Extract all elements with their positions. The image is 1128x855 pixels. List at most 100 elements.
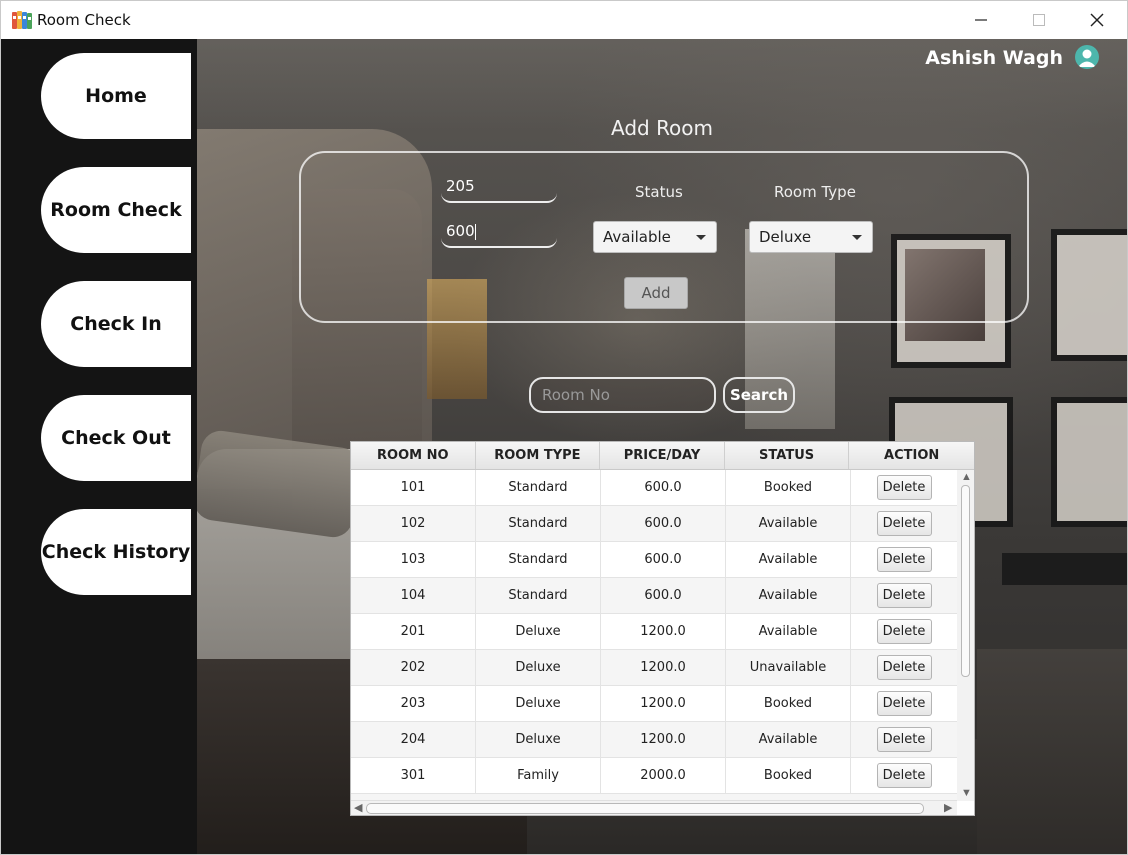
scroll-right-icon[interactable]: ▶	[944, 803, 952, 814]
room-type-select-value: Deluxe	[759, 228, 812, 246]
nav-check-out-button[interactable]: Check Out	[41, 395, 191, 481]
cell-price: 600.0	[601, 506, 726, 541]
main-panel: Ashish Wagh Add Room 205 600 Status Room…	[197, 39, 1127, 854]
table-row[interactable]: 202 Deluxe 1200.0 Unavailable Delete	[351, 650, 957, 686]
close-button[interactable]	[1068, 1, 1126, 39]
nav-home-button[interactable]: Home	[41, 53, 191, 139]
table-row[interactable]: 301 Family 2000.0 Booked Delete	[351, 758, 957, 794]
cell-price: 600.0	[601, 470, 726, 505]
cell-room-no: 103	[351, 542, 476, 577]
room-type-select[interactable]: Deluxe	[749, 221, 873, 253]
cell-status: Booked	[726, 470, 851, 505]
cell-room-no: 201	[351, 614, 476, 649]
sidebar: Home Room Check Check In Check Out Check…	[1, 39, 197, 854]
cell-room-no: 202	[351, 650, 476, 685]
cell-room-type: Deluxe	[476, 722, 601, 757]
cell-status: Booked	[726, 686, 851, 721]
window-title: Room Check	[37, 11, 131, 29]
search-button[interactable]: Search	[723, 377, 795, 413]
status-select[interactable]: Available	[593, 221, 717, 253]
delete-button[interactable]: Delete	[876, 583, 932, 608]
table-row[interactable]: 204 Deluxe 1200.0 Available Delete	[351, 722, 957, 758]
cell-status: Available	[726, 506, 851, 541]
table-row[interactable]: 201 Deluxe 1200.0 Available Delete	[351, 614, 957, 650]
cell-action: Delete	[851, 578, 957, 613]
text-cursor	[474, 223, 476, 240]
table-row[interactable]: 203 Deluxe 1200.0 Booked Delete	[351, 686, 957, 722]
cell-room-no: 301	[351, 758, 476, 793]
chevron-down-icon	[696, 235, 706, 240]
cell-price: 600.0	[601, 578, 726, 613]
table-row[interactable]: 101 Standard 600.0 Booked Delete	[351, 470, 957, 506]
nav-check-in-button[interactable]: Check In	[41, 281, 191, 367]
cell-price: 1200.0	[601, 722, 726, 757]
search-input[interactable]: Room No	[529, 377, 716, 413]
nav-room-check-button[interactable]: Room Check	[41, 167, 191, 253]
nav-check-history-button[interactable]: Check History	[41, 509, 191, 595]
table-row[interactable]: 104 Standard 600.0 Available Delete	[351, 578, 957, 614]
maximize-button[interactable]	[1010, 1, 1068, 39]
vertical-scrollbar[interactable]: ▲ ▼	[957, 470, 974, 801]
minimize-button[interactable]	[952, 1, 1010, 39]
cell-room-no: 204	[351, 722, 476, 757]
binders-icon	[12, 10, 32, 30]
cell-status: Available	[726, 542, 851, 577]
cell-action: Delete	[851, 650, 957, 685]
delete-button[interactable]: Delete	[876, 511, 932, 536]
cell-action: Delete	[851, 614, 957, 649]
scroll-up-icon[interactable]: ▲	[961, 472, 972, 483]
delete-button[interactable]: Delete	[876, 763, 932, 788]
app-window: Room Check Home Room Check Check In Chec…	[0, 0, 1128, 855]
cell-action: Delete	[851, 506, 957, 541]
delete-button[interactable]: Delete	[876, 691, 932, 716]
horizontal-scrollbar[interactable]: ◀ ▶	[351, 800, 957, 815]
room-no-field[interactable]: 205	[441, 177, 557, 203]
cell-action: Delete	[851, 542, 957, 577]
column-header-room-no[interactable]: ROOM NO	[351, 442, 476, 469]
cell-price: 600.0	[601, 542, 726, 577]
add-room-button[interactable]: Add	[624, 277, 688, 309]
delete-button[interactable]: Delete	[876, 655, 932, 680]
delete-button[interactable]: Delete	[876, 547, 932, 572]
cell-status: Available	[726, 614, 851, 649]
cell-price: 1200.0	[601, 686, 726, 721]
scroll-left-icon[interactable]: ◀	[354, 803, 362, 814]
column-header-price[interactable]: PRICE/DAY	[600, 442, 725, 469]
cell-room-no: 104	[351, 578, 476, 613]
user-avatar-icon[interactable]	[1075, 45, 1099, 69]
price-field[interactable]: 600	[441, 222, 557, 248]
cell-room-type: Standard	[476, 470, 601, 505]
close-icon	[1090, 13, 1104, 27]
cell-room-type: Family	[476, 758, 601, 793]
minimize-icon	[975, 19, 987, 21]
cell-room-no: 203	[351, 686, 476, 721]
add-room-title: Add Room	[610, 116, 714, 140]
delete-button[interactable]: Delete	[876, 619, 932, 644]
cell-action: Delete	[851, 686, 957, 721]
cell-status: Unavailable	[726, 650, 851, 685]
vertical-scroll-thumb[interactable]	[961, 485, 970, 677]
room-type-label: Room Type	[774, 183, 856, 201]
cell-action: Delete	[851, 758, 957, 793]
cell-room-no: 102	[351, 506, 476, 541]
column-header-room-type[interactable]: ROOM TYPE	[476, 442, 601, 469]
cell-status: Available	[726, 722, 851, 757]
maximize-icon	[1033, 14, 1045, 26]
cell-room-type: Standard	[476, 578, 601, 613]
price-value: 600	[446, 222, 475, 240]
scroll-down-icon[interactable]: ▼	[961, 788, 972, 799]
horizontal-scroll-thumb[interactable]	[366, 803, 924, 814]
delete-button[interactable]: Delete	[876, 727, 932, 752]
cell-price: 1200.0	[601, 650, 726, 685]
cell-price: 2000.0	[601, 758, 726, 793]
table-row[interactable]: 103 Standard 600.0 Available Delete	[351, 542, 957, 578]
table-row[interactable]: 102 Standard 600.0 Available Delete	[351, 506, 957, 542]
cell-action: Delete	[851, 470, 957, 505]
column-header-action[interactable]: ACTION	[849, 442, 974, 469]
column-header-status[interactable]: STATUS	[725, 442, 850, 469]
status-select-value: Available	[603, 228, 671, 246]
cell-room-type: Standard	[476, 506, 601, 541]
delete-button[interactable]: Delete	[876, 475, 932, 500]
cell-room-type: Standard	[476, 542, 601, 577]
rooms-table: ROOM NO ROOM TYPE PRICE/DAY STATUS ACTIO…	[350, 441, 975, 816]
